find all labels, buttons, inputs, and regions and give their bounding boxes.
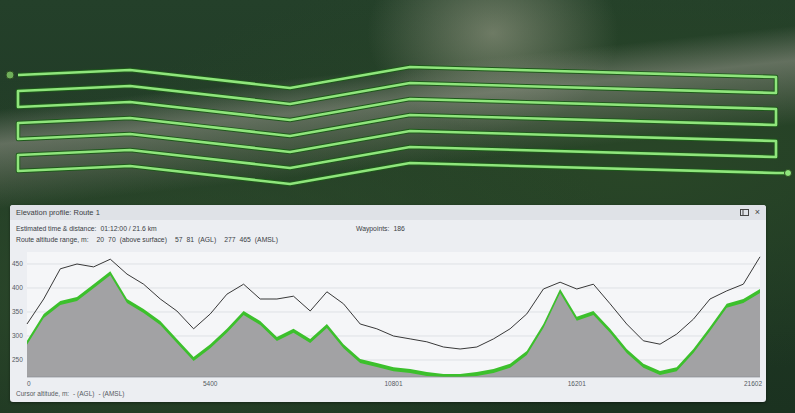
altitude-unit: (above surface) — [120, 236, 167, 245]
x-tick-label: 5400 — [203, 380, 218, 387]
terrain-surface-area — [27, 271, 760, 377]
altitude-range-label: Route altitude range, m: — [16, 236, 89, 245]
waypoints-info: Waypoints: 186 — [356, 225, 405, 234]
panel-header: Elevation profile: Route 1 × — [10, 205, 766, 220]
x-tick-label: 21602 — [744, 380, 762, 387]
estimate-label: Estimated time & distance: — [16, 225, 96, 234]
panel-title: Elevation profile: Route 1 — [16, 207, 100, 218]
cursor-amsl: - (AMSL) — [98, 390, 124, 398]
y-tick-label: 250 — [12, 356, 23, 363]
terrain-ground-area — [27, 275, 760, 377]
start-point-icon[interactable] — [6, 71, 14, 79]
altitude-range-group: 5781 (AGL) — [175, 236, 216, 245]
y-tick-label: 350 — [12, 308, 23, 315]
altitude-max: 465 — [240, 236, 251, 245]
estimate-info: Estimated time & distance: 01:12:00 / 21.… — [16, 225, 356, 234]
satellite-map[interactable]: Elevation profile: Route 1 × Estimated tim… — [0, 0, 795, 413]
route-altitude-line — [27, 257, 760, 349]
undock-icon — [740, 209, 749, 216]
close-button[interactable]: × — [755, 208, 760, 217]
cursor-altitude-label: Cursor altitude, m: — [16, 390, 69, 398]
x-tick-label: 10801 — [384, 380, 402, 387]
y-tick-label: 400 — [12, 284, 23, 291]
undock-button[interactable] — [740, 209, 749, 216]
elevation-chart[interactable]: 450 400 350 300 250 0 5400 10801 16201 21602 — [10, 246, 766, 390]
altitude-range-group: 2070 (above surface) — [97, 236, 167, 245]
altitude-max: 70 — [108, 236, 116, 245]
waypoints-label: Waypoints: — [356, 225, 389, 234]
altitude-max: 81 — [186, 236, 194, 245]
x-tick-label: 0 — [27, 380, 31, 387]
panel-tools: × — [740, 208, 760, 217]
altitude-min: 20 — [97, 236, 105, 245]
altitude-range-row: Route altitude range, m: 2070 (above surfa… — [10, 235, 766, 246]
altitude-range-group: 277 465 (AMSL) — [224, 236, 278, 245]
cursor-altitude-row: Cursor altitude, m: - (AGL) - (AMSL) — [10, 390, 766, 400]
y-tick-label: 450 — [12, 260, 23, 267]
altitude-min: 277 — [224, 236, 235, 245]
end-point-icon[interactable] — [785, 170, 792, 177]
route-line[interactable] — [18, 67, 790, 184]
grid-line — [27, 264, 760, 265]
estimate-value: 01:12:00 / 21.6 km — [100, 225, 156, 234]
waypoints-value: 186 — [393, 225, 404, 234]
altitude-unit: (AGL) — [198, 236, 216, 245]
grid-line — [27, 288, 760, 289]
elevation-profile-panel: Elevation profile: Route 1 × Estimated tim… — [10, 205, 766, 402]
y-tick-label: 300 — [12, 332, 23, 339]
altitude-unit: (AMSL) — [255, 236, 278, 245]
cursor-agl: - (AGL) — [73, 390, 94, 398]
estimate-row: Estimated time & distance: 01:12:00 / 21.… — [10, 224, 766, 235]
x-tick-label: 16201 — [568, 380, 586, 387]
altitude-min: 57 — [175, 236, 183, 245]
